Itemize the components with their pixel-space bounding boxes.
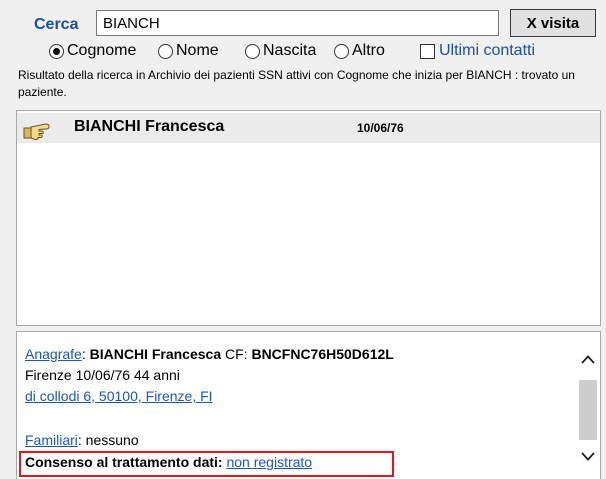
address-line: di collodi 6, 50100, Firenze, FI — [25, 388, 213, 404]
anagrafe-separator: : — [81, 346, 90, 362]
familiari-value: nessuno — [85, 432, 139, 448]
birth-info: Firenze 10/06/76 44 anni — [25, 367, 180, 383]
pointing-hand-icon — [23, 123, 50, 141]
radio-cognome-label: Cognome — [67, 42, 137, 59]
radio-unchecked-icon — [158, 43, 173, 59]
cf-value: BNCFNC76H50D612L — [251, 346, 394, 362]
familiari-link[interactable]: Familiari — [25, 432, 78, 448]
search-result-message: Risultato della ricerca in Archivio dei … — [18, 68, 575, 99]
radio-nascita-label: Nascita — [263, 42, 317, 59]
patient-details-panel: Anagrafe: BIANCHI Francesca CF: BNCFNC76… — [16, 331, 601, 479]
scroll-up-icon[interactable] — [580, 352, 596, 368]
radio-nome[interactable]: Nome — [158, 42, 219, 60]
anagrafe-link[interactable]: Anagrafe — [25, 346, 82, 362]
radio-checked-icon — [49, 43, 64, 59]
patient-dob: 10/06/76 — [357, 121, 404, 135]
recent-contacts-checkbox[interactable]: Ultimi contatti — [420, 42, 535, 60]
radio-unchecked-icon — [334, 43, 349, 59]
scroll-down-icon[interactable] — [580, 448, 596, 464]
search-label: Cerca — [34, 16, 79, 33]
radio-altro-label: Altro — [352, 42, 385, 59]
patient-row[interactable]: BIANCHI Francesca 10/06/76 — [17, 113, 600, 143]
radio-nome-label: Nome — [176, 42, 219, 59]
anagrafe-line: Anagrafe: BIANCHI Francesca CF: BNCFNC76… — [25, 346, 394, 362]
cf-label: CF: — [221, 346, 252, 362]
consent-status-link[interactable]: non registrato — [226, 454, 312, 470]
search-input[interactable] — [96, 10, 499, 36]
radio-nascita[interactable]: Nascita — [245, 42, 316, 60]
patient-name: BIANCHI Francesca — [74, 118, 225, 135]
scrollbar-thumb[interactable] — [579, 380, 597, 440]
visit-button[interactable]: X visita — [510, 9, 596, 37]
patient-full-name: BIANCHI Francesca — [89, 346, 222, 362]
familiari-line: Familiari: nessuno — [25, 432, 139, 448]
radio-cognome[interactable]: Cognome — [49, 42, 136, 60]
familiari-separator: : — [77, 432, 86, 448]
recent-contacts-label: Ultimi contatti — [439, 42, 536, 59]
consent-label: Consenso al trattamento dati: — [25, 454, 223, 470]
patient-list[interactable]: BIANCHI Francesca 10/06/76 — [16, 110, 601, 326]
radio-altro[interactable]: Altro — [334, 42, 385, 60]
checkbox-unchecked-icon — [420, 43, 435, 59]
consent-line: Consenso al trattamento dati: non regist… — [25, 454, 312, 470]
radio-unchecked-icon — [245, 43, 260, 59]
address-link[interactable]: di collodi 6, 50100, Firenze, FI — [25, 388, 213, 404]
